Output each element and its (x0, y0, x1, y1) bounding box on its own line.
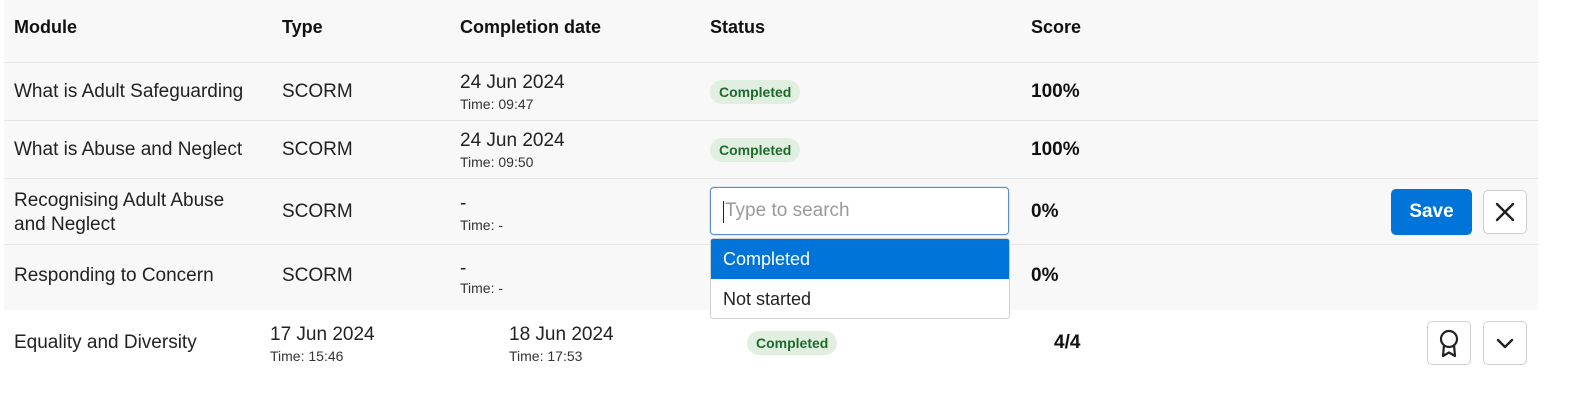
table-row: What is Adult Safeguarding SCORM 24 Jun … (4, 63, 1538, 121)
completion-date: 24 Jun 2024 (460, 130, 565, 151)
completion-time: Time: 09:47 (460, 96, 534, 112)
course-score: 4/4 (1054, 332, 1081, 353)
completion-time: Time: 09:50 (460, 154, 534, 170)
header-status: Status (710, 17, 766, 37)
module-type: SCORM (282, 81, 353, 102)
status-search-input[interactable] (723, 188, 997, 234)
course-start-date: 17 Jun 2024 (270, 324, 375, 345)
module-type: SCORM (282, 201, 353, 222)
status-badge[interactable]: Completed (710, 138, 801, 162)
award-icon (1439, 329, 1459, 358)
close-icon (1495, 202, 1515, 222)
module-name-line2: and Neglect (14, 214, 116, 235)
score-value: 100% (1031, 139, 1080, 160)
status-badge: Completed (747, 331, 838, 355)
header-module: Module (14, 17, 77, 37)
module-name: What is Adult Safeguarding (14, 81, 244, 102)
course-completion-date: 18 Jun 2024 (509, 324, 614, 345)
module-name-line1: Recognising Adult Abuse (14, 190, 225, 211)
status-option-not-started[interactable]: Not started (711, 279, 1009, 318)
header-completion-date: Completion date (460, 17, 602, 37)
header-type: Type (282, 17, 323, 37)
status-search-field[interactable] (710, 187, 1009, 235)
completion-date: - (460, 258, 467, 279)
course-name: Equality and Diversity (14, 332, 197, 353)
table-header: Module Type Completion date Status Score (4, 0, 1538, 63)
completion-date: - (460, 193, 467, 214)
save-button[interactable]: Save (1391, 189, 1472, 235)
expand-button[interactable] (1483, 321, 1527, 365)
course-completion-time: Time: 17:53 (509, 348, 583, 364)
status-badge[interactable]: Completed (710, 80, 801, 104)
table-row: What is Abuse and Neglect SCORM 24 Jun 2… (4, 121, 1538, 179)
score-value: 0% (1031, 201, 1059, 222)
cancel-button[interactable] (1483, 190, 1527, 234)
completion-date: 24 Jun 2024 (460, 72, 565, 93)
status-dropdown: Completed Not started (710, 238, 1010, 319)
certificate-button[interactable] (1427, 321, 1471, 365)
chevron-down-icon (1496, 338, 1514, 349)
module-name: Responding to Concern (14, 265, 214, 286)
header-score: Score (1031, 17, 1082, 37)
course-start-time: Time: 15:46 (270, 348, 344, 364)
module-type: SCORM (282, 265, 353, 286)
completion-time: Time: - (460, 217, 504, 233)
score-value: 0% (1031, 265, 1059, 286)
status-option-completed[interactable]: Completed (711, 239, 1009, 279)
text-caret (723, 201, 724, 223)
completion-time: Time: - (460, 280, 504, 296)
module-name: Recognising Adult Abuse and Neglect (14, 189, 224, 237)
module-name: What is Abuse and Neglect (14, 139, 243, 160)
score-value: 100% (1031, 81, 1080, 102)
module-type: SCORM (282, 139, 353, 160)
course-row: Equality and Diversity 17 Jun 2024 Time:… (4, 314, 1538, 374)
